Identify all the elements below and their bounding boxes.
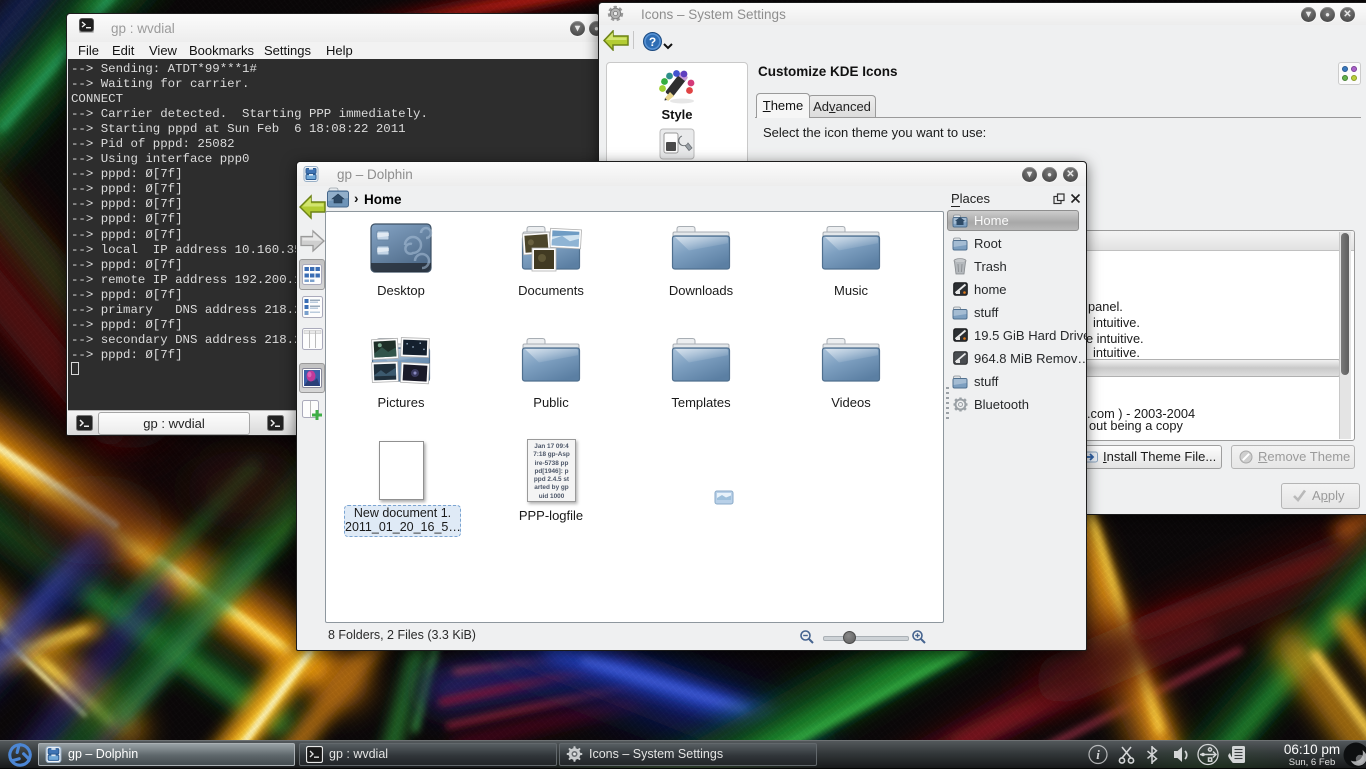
svg-text:i: i (1096, 747, 1100, 762)
svg-text:?: ? (649, 35, 656, 49)
